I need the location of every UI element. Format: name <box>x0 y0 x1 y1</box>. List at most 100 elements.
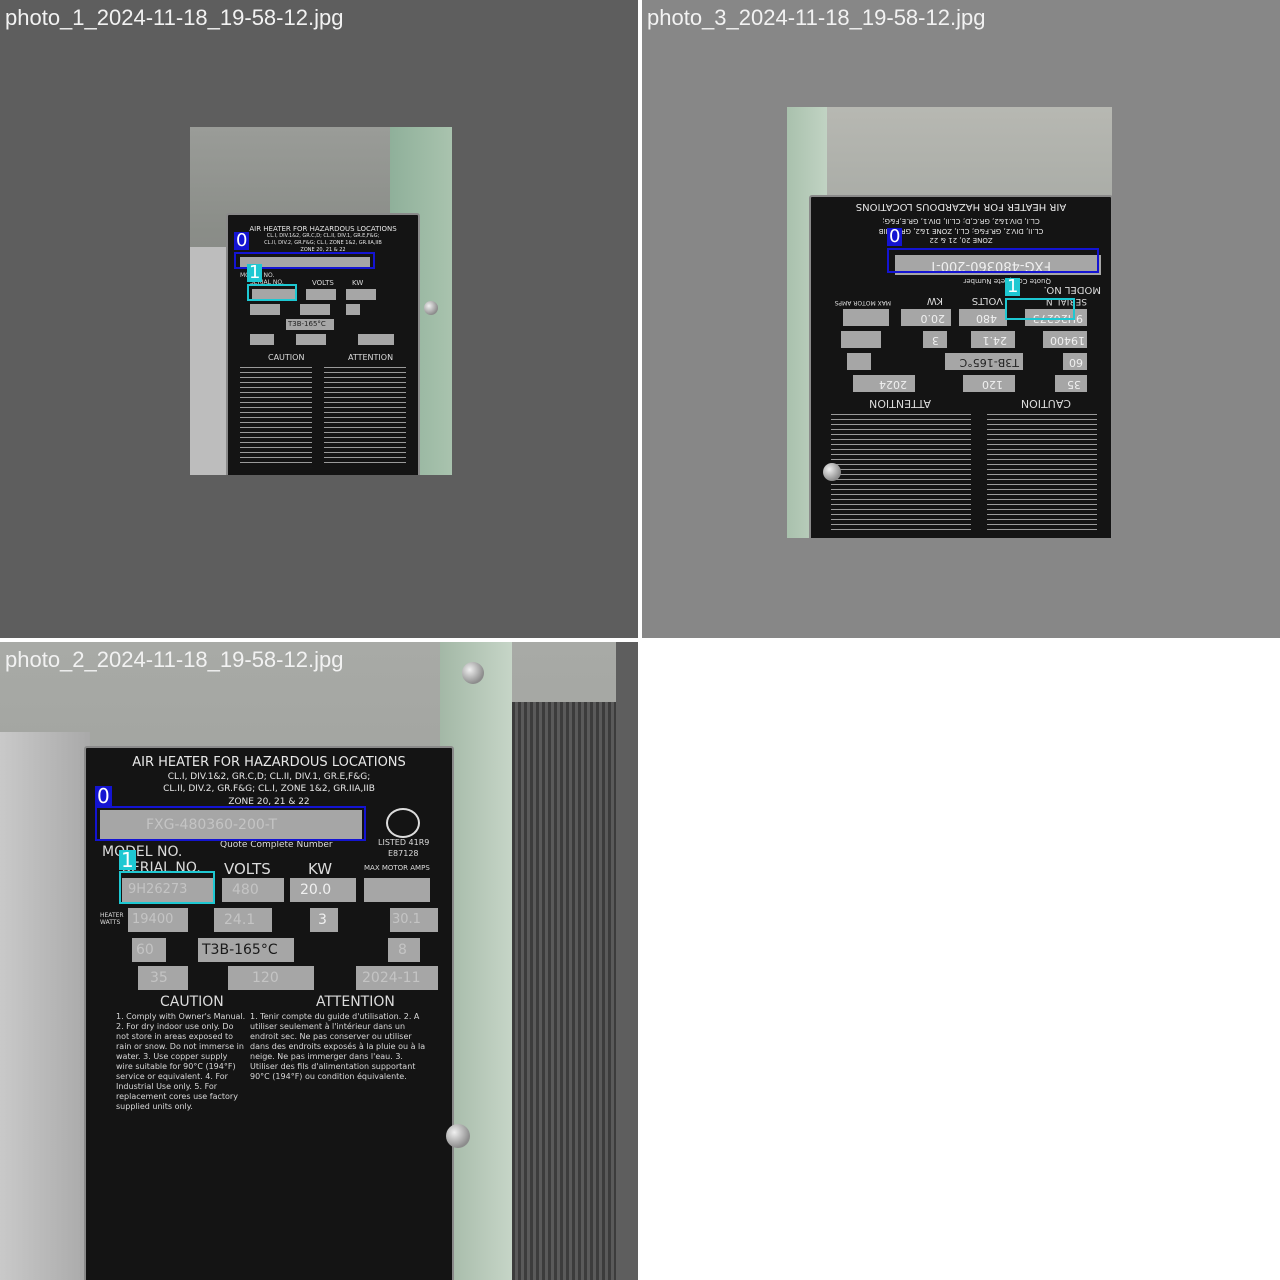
detection-label-model: 0 <box>95 784 112 808</box>
plate-heading: AIR HEATER FOR HAZARDOUS LOCATIONS <box>855 201 1067 212</box>
kw-value: 20.0 <box>300 882 332 898</box>
min-circuit-value: 30.1 <box>392 912 421 927</box>
attention-label: ATTENTION <box>348 353 394 362</box>
bolt-icon <box>446 1124 470 1148</box>
detection-box-model <box>887 248 1099 273</box>
max-motor-amps-label: MAX MOTOR AMPS <box>834 299 891 306</box>
hertz-value: 60 <box>136 942 154 958</box>
plate-heading: AIR HEATER FOR HAZARDOUS LOCATIONS <box>132 755 406 770</box>
tile-title: photo_3_2024-11-18_19-58-12.jpg <box>647 5 986 30</box>
detection-label-model: 0 <box>234 230 250 251</box>
tile-photo-2: AIR HEATER FOR HAZARDOUS LOCATIONS CL.I,… <box>0 640 640 1280</box>
tile-photo-3: photo_3_2024-11-18_19-58-12.jpg AIR HEAT… <box>640 0 1280 640</box>
detection-label-serial: 1 <box>1005 276 1021 297</box>
attention-text-lines <box>831 410 971 530</box>
detection-box-model <box>95 806 366 841</box>
hertz-value: 60 <box>1069 356 1083 369</box>
plate-class-line-2: CL.II, DIV.2, GR.F&G; CL.I, ZONE 1&2, GR… <box>264 240 382 246</box>
fuse-field <box>250 334 274 345</box>
quote-label: Quote Complete Number <box>220 840 333 850</box>
kw-label: KW <box>352 279 364 287</box>
grille <box>512 702 616 1280</box>
date-value: 2024-11 <box>362 970 421 986</box>
equipment-photo: AIR HEATER FOR HAZARDOUS LOCATIONS CL.I,… <box>190 127 452 475</box>
tile-title: photo_2_2024-11-18_19-58-12.jpg <box>5 647 344 672</box>
kw-field <box>346 289 376 300</box>
plate-class-line-1: CL.I, DIV.1&2, GR.C,D; CL.II, DIV.1, GR.… <box>882 217 1040 225</box>
caution-label: CAUTION <box>268 353 305 362</box>
detection-label-model: 0 <box>887 226 903 247</box>
kw-label: KW <box>926 295 943 306</box>
plate-class-line-2: CL.II, DIV.2, GR.F&G; CL.I, ZONE 1&2, GR… <box>878 227 1044 235</box>
line-amps-value: 24.1 <box>982 334 1008 347</box>
max-motor-amps-field <box>843 309 889 326</box>
caution-text-lines <box>240 367 312 467</box>
detection-box-serial <box>1005 298 1075 320</box>
bolt-icon <box>462 662 484 684</box>
detection-label-serial: 1 <box>119 848 136 872</box>
bolt-icon <box>823 463 841 481</box>
heater-watts-field <box>250 304 280 315</box>
metal-housing <box>0 732 90 1280</box>
heater-watts-value: 19400 <box>1050 334 1085 347</box>
tile-title: photo_1_2024-11-18_19-58-12.jpg <box>5 5 344 30</box>
plate-zone: ZONE 20, 21 & 22 <box>929 236 993 244</box>
volts-label: VOLTS <box>312 279 334 287</box>
fuse-value: 35 <box>150 970 168 986</box>
tile-photo-1: photo_1_2024-11-18_19-58-12.jpg AIR HEAT… <box>0 0 640 640</box>
wire-field <box>847 353 871 370</box>
caution-text: 1. Comply with Owner's Manual. 2. For dr… <box>116 1012 246 1111</box>
model-label: MODEL NO. <box>102 844 183 860</box>
line-amps-field <box>300 304 330 315</box>
date-value: 2024 <box>879 378 907 391</box>
plate-heading: AIR HEATER FOR HAZARDOUS LOCATIONS <box>249 225 397 233</box>
ul-listed-icon <box>386 808 420 838</box>
fuse-value: 35 <box>1067 378 1081 391</box>
control-voltage-value: 120 <box>252 970 279 986</box>
attention-label: ATTENTION <box>869 397 931 410</box>
phase-value: 3 <box>318 912 327 928</box>
attention-text: 1. Tenir compte du guide d'utilisation. … <box>250 1012 426 1081</box>
control-voltage-field <box>296 334 326 345</box>
caution-label: CAUTION <box>1020 397 1071 410</box>
phase-field <box>346 304 360 315</box>
temp-code-text: T3B-165°C <box>288 320 326 328</box>
attention-text-lines <box>324 367 406 467</box>
listed-label: LISTED 41R9 <box>378 838 430 847</box>
volts-label: VOLTS <box>224 860 271 878</box>
plate-class-line-2: CL.II, DIV.2, GR.F&G; CL.I, ZONE 1&2, GR… <box>163 784 375 794</box>
nameplate: AIR HEATER FOR HAZARDOUS LOCATIONS CL.I,… <box>809 195 1112 538</box>
phase-value: 3 <box>932 334 939 347</box>
min-circuit-field <box>841 331 881 348</box>
bolt-icon <box>424 301 438 315</box>
kw-label: KW <box>308 860 333 878</box>
caution-label: CAUTION <box>160 994 224 1010</box>
caution-text-lines <box>987 410 1097 530</box>
date-field <box>358 334 394 345</box>
plate-class-line-1: CL.I, DIV.1&2, GR.C,D; CL.II, DIV.1, GR.… <box>266 233 380 239</box>
model-label: MODEL NO. <box>1043 284 1101 295</box>
temp-code-value: T3B-165°C <box>202 942 278 958</box>
volts-field <box>306 289 336 300</box>
attention-label: ATTENTION <box>316 994 395 1010</box>
max-motor-amps-label: MAX MOTOR AMPS <box>364 864 430 872</box>
wire-awg-value: 8 <box>398 942 407 958</box>
heater-watts-value: 19400 <box>132 912 174 927</box>
volts-value: 480 <box>976 312 997 325</box>
equipment-photo: AIR HEATER FOR HAZARDOUS LOCATIONS CL.I,… <box>0 642 616 1280</box>
detection-box-serial <box>247 284 297 301</box>
line-amps-value: 24.1 <box>224 912 256 928</box>
detection-label-serial: 1 <box>247 262 263 283</box>
listed-number: E87128 <box>388 849 419 858</box>
volts-value: 480 <box>232 882 259 898</box>
plate-class-line-1: CL.I, DIV.1&2, GR.C,D; CL.II, DIV.1, GR.… <box>167 772 371 782</box>
max-motor-amps-field <box>364 878 430 902</box>
volts-label: VOLTS <box>971 295 1003 306</box>
equipment-photo: AIR HEATER FOR HAZARDOUS LOCATIONS CL.I,… <box>787 107 1112 538</box>
kw-value: 20.0 <box>920 312 946 325</box>
detection-box-serial <box>119 871 215 904</box>
empty-tile <box>640 640 1280 1280</box>
temp-code-value: T3B-165°C <box>959 356 1019 369</box>
heater-watts-label: HEATER WATTS <box>100 912 124 926</box>
control-voltage-value: 120 <box>982 378 1003 391</box>
